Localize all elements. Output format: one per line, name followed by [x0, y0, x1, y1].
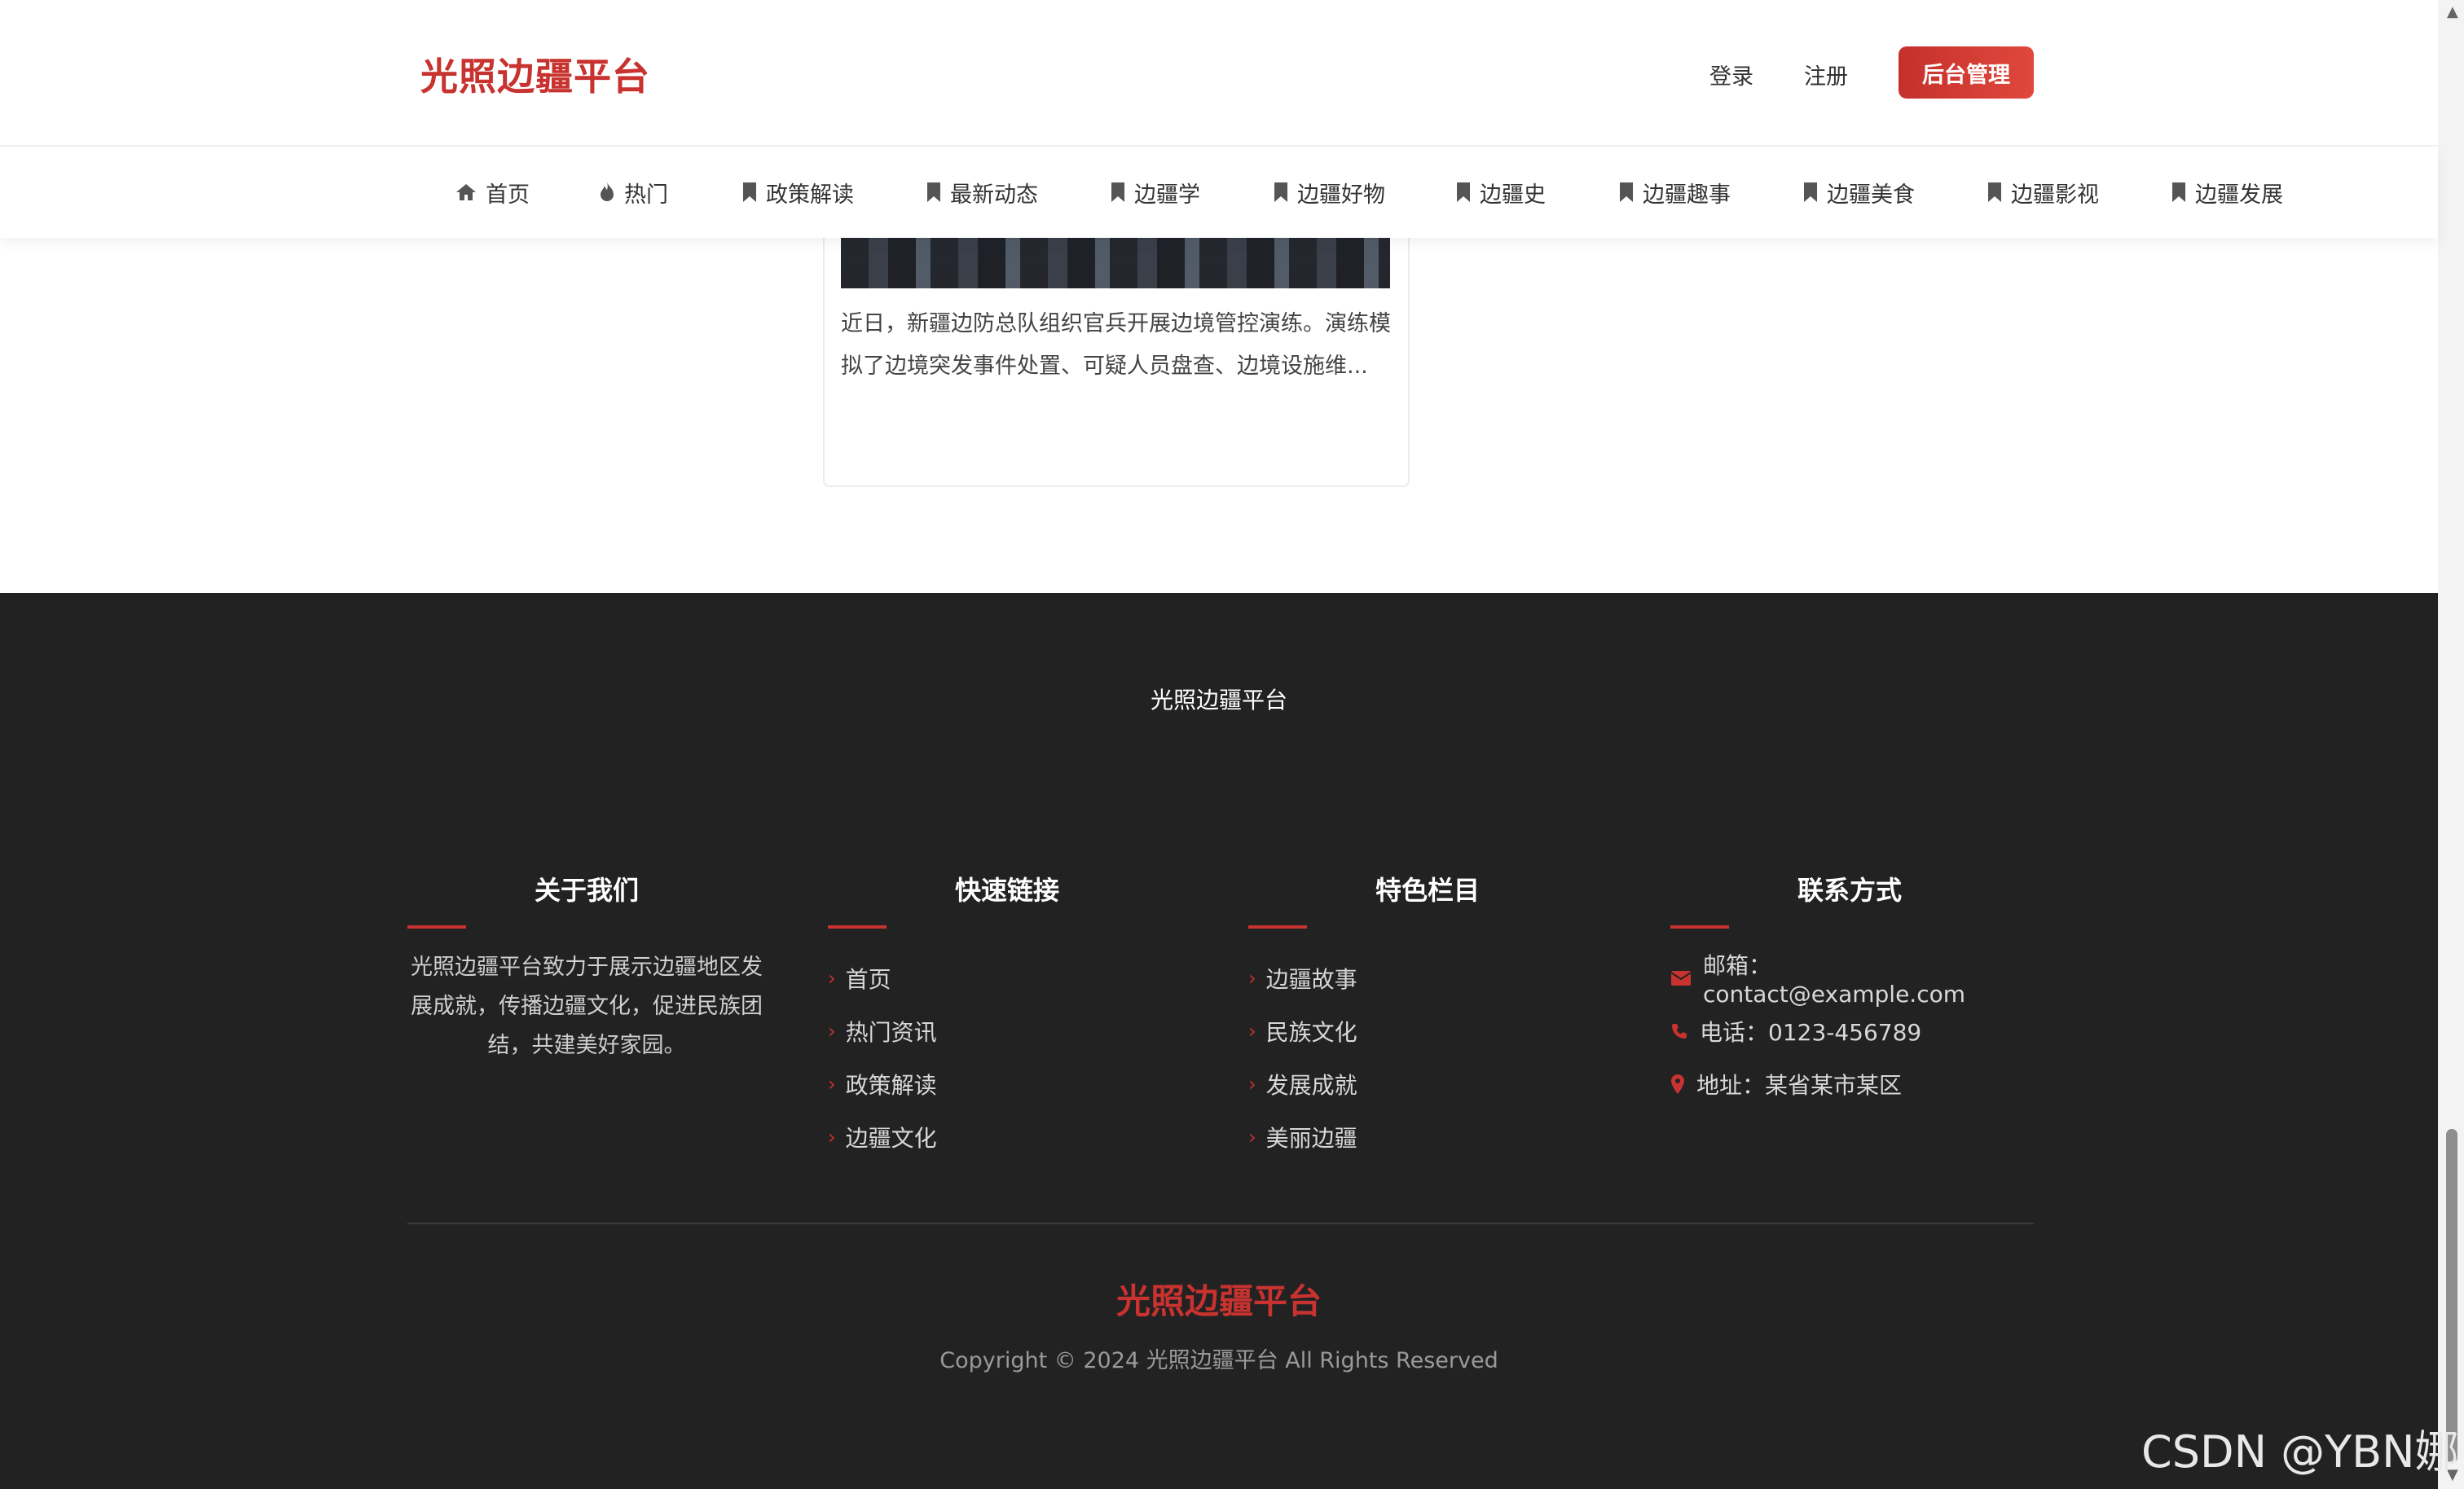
footer-link-label: 发展成就: [1265, 1071, 1357, 1099]
nav-item-label: 首页: [486, 182, 530, 208]
footer-about-text: 光照边疆平台致力于展示边疆地区发展成就，传播边疆文化，促进民族团结，共建美好家园…: [411, 955, 763, 1058]
bookmark-icon: [1111, 182, 1124, 202]
nav-item-label: 边疆美食: [1827, 182, 1915, 208]
footer-featured-title: 特色栏目: [1375, 875, 1480, 906]
main-nav: 首页 热门 政策解读 最新动态 边疆学 边疆好物 边疆史 边疆趣事 边疆美食 边…: [0, 147, 2438, 238]
footer-divider: [407, 1223, 2034, 1224]
bookmark-icon: [927, 182, 940, 202]
nav-item-goods[interactable]: 边疆好物: [1273, 176, 1385, 209]
nav-item-label: 最新动态: [950, 182, 1038, 208]
footer-brand: 光照边疆平台: [1115, 1281, 1322, 1321]
footer-link-label: 民族文化: [1265, 1018, 1357, 1046]
register-link[interactable]: 注册: [1804, 59, 1848, 90]
footer-about-title: 关于我们: [534, 875, 639, 906]
top-header: 光照边疆平台 登录 注册 后台管理: [0, 0, 2438, 147]
title-underline: [1670, 925, 1729, 929]
footer-link-label: 政策解读: [845, 1071, 937, 1099]
chevron-right-icon: ›: [1248, 966, 1256, 990]
footer-link-label: 首页: [845, 965, 891, 993]
nav-item-label: 热门: [624, 182, 668, 208]
footer-link-beautiful-border[interactable]: › 美丽边疆: [1248, 1110, 1607, 1163]
nav-item-label: 边疆学: [1134, 182, 1200, 208]
bookmark-icon: [1804, 182, 1817, 202]
bookmark-icon: [743, 182, 756, 202]
nav-item-food[interactable]: 边疆美食: [1802, 176, 1915, 209]
nav-item-label: 边疆发展: [2195, 182, 2283, 208]
footer-link-culture[interactable]: › 边疆文化: [828, 1110, 1186, 1163]
footer-link-label: 热门资讯: [845, 1018, 937, 1046]
chevron-right-icon: ›: [1248, 1019, 1256, 1043]
footer-about-column: 关于我们 光照边疆平台致力于展示边疆地区发展成就，传播边疆文化，促进民族团结，共…: [407, 870, 766, 1065]
footer-link-label: 美丽边疆: [1265, 1124, 1357, 1152]
phone-icon: [1670, 1022, 1688, 1040]
footer-link-ethnic-culture[interactable]: › 民族文化: [1248, 1004, 1607, 1057]
contact-email-text: 邮箱：contact@example.com: [1703, 952, 1965, 1008]
chevron-right-icon: ›: [828, 966, 836, 990]
login-link[interactable]: 登录: [1709, 59, 1753, 90]
nav-item-label: 政策解读: [766, 182, 854, 208]
watermark: CSDN @YBN娜: [2141, 1426, 2459, 1478]
footer-link-home[interactable]: › 首页: [828, 951, 1186, 1004]
footer-quick-links-column: 快速链接 › 首页 › 热门资讯 › 政策解读 › 边疆文化: [828, 870, 1186, 1163]
bookmark-icon: [1457, 182, 1470, 202]
envelope-icon: [1670, 970, 1692, 986]
footer-link-label: 边疆文化: [845, 1124, 937, 1152]
nav-item-home[interactable]: 首页: [455, 176, 530, 209]
bookmark-icon: [1274, 182, 1287, 202]
chevron-right-icon: ›: [1248, 1125, 1256, 1149]
nav-item-latest[interactable]: 最新动态: [926, 176, 1038, 209]
title-underline: [828, 925, 887, 929]
footer-link-policy[interactable]: › 政策解读: [828, 1057, 1186, 1110]
bookmark-icon: [2172, 182, 2185, 202]
chevron-right-icon: ›: [828, 1019, 836, 1043]
nav-item-hot[interactable]: 热门: [598, 176, 668, 209]
nav-item-label: 边疆好物: [1297, 182, 1385, 208]
footer-contact-title: 联系方式: [1797, 875, 1902, 906]
home-icon: [456, 184, 476, 200]
nav-item-fun[interactable]: 边疆趣事: [1618, 176, 1731, 209]
scrollbar-thumb[interactable]: [2446, 1129, 2457, 1463]
contact-phone-text: 电话：0123-456789: [1700, 1018, 1922, 1046]
contact-address-text: 地址：某省某市某区: [1696, 1071, 1903, 1099]
footer-site-name: 光照边疆平台: [1150, 687, 1287, 714]
title-underline: [407, 925, 466, 929]
nav-item-studies[interactable]: 边疆学: [1110, 176, 1200, 209]
chevron-right-icon: ›: [828, 1072, 836, 1096]
nav-item-label: 边疆史: [1480, 182, 1546, 208]
article-excerpt: 近日，新疆边防总队组织官兵开展边境管控演练。演练模拟了边境突发事件处置、可疑人员…: [841, 311, 1391, 379]
article-image-photo: [841, 231, 1390, 288]
footer-link-achievements[interactable]: › 发展成就: [1248, 1057, 1607, 1110]
site-logo[interactable]: 光照边疆平台: [420, 47, 650, 101]
footer-link-label: 边疆故事: [1265, 965, 1357, 993]
footer-link-stories[interactable]: › 边疆故事: [1248, 951, 1607, 1004]
chevron-right-icon: ›: [828, 1125, 836, 1149]
nav-item-development[interactable]: 边疆发展: [2171, 176, 2283, 209]
footer-link-hot-news[interactable]: › 热门资讯: [828, 1004, 1186, 1057]
bookmark-icon: [1988, 182, 2001, 202]
nav-item-film[interactable]: 边疆影视: [1987, 176, 2099, 209]
fire-icon: [601, 182, 614, 201]
contact-phone[interactable]: 电话：0123-456789: [1670, 1004, 2029, 1057]
contact-email[interactable]: 邮箱：contact@example.com: [1670, 951, 2029, 1008]
site-footer: 光照边疆平台 关于我们 光照边疆平台致力于展示边疆地区发展成就，传播边疆文化，促…: [0, 593, 2438, 1489]
copyright-text: Copyright © 2024 光照边疆平台 All Rights Reser…: [939, 1348, 1498, 1373]
footer-quick-links-title: 快速链接: [954, 875, 1059, 906]
footer-contact-column: 联系方式 邮箱：contact@example.com 电话：0123-4567…: [1670, 870, 2029, 1110]
nav-item-label: 边疆趣事: [1643, 182, 1731, 208]
nav-item-policy[interactable]: 政策解读: [741, 176, 854, 209]
nav-item-history[interactable]: 边疆史: [1455, 176, 1546, 209]
admin-button[interactable]: 后台管理: [1899, 46, 2034, 99]
bookmark-icon: [1620, 182, 1633, 202]
scroll-up-arrow[interactable]: ▲: [2447, 3, 2458, 20]
map-marker-icon: [1670, 1074, 1685, 1095]
nav-item-label: 边疆影视: [2011, 182, 2099, 208]
chevron-right-icon: ›: [1248, 1072, 1256, 1096]
contact-address: 地址：某省某市某区: [1670, 1057, 2029, 1110]
title-underline: [1248, 925, 1307, 929]
footer-featured-column: 特色栏目 › 边疆故事 › 民族文化 › 发展成就 › 美丽边疆: [1248, 870, 1607, 1163]
